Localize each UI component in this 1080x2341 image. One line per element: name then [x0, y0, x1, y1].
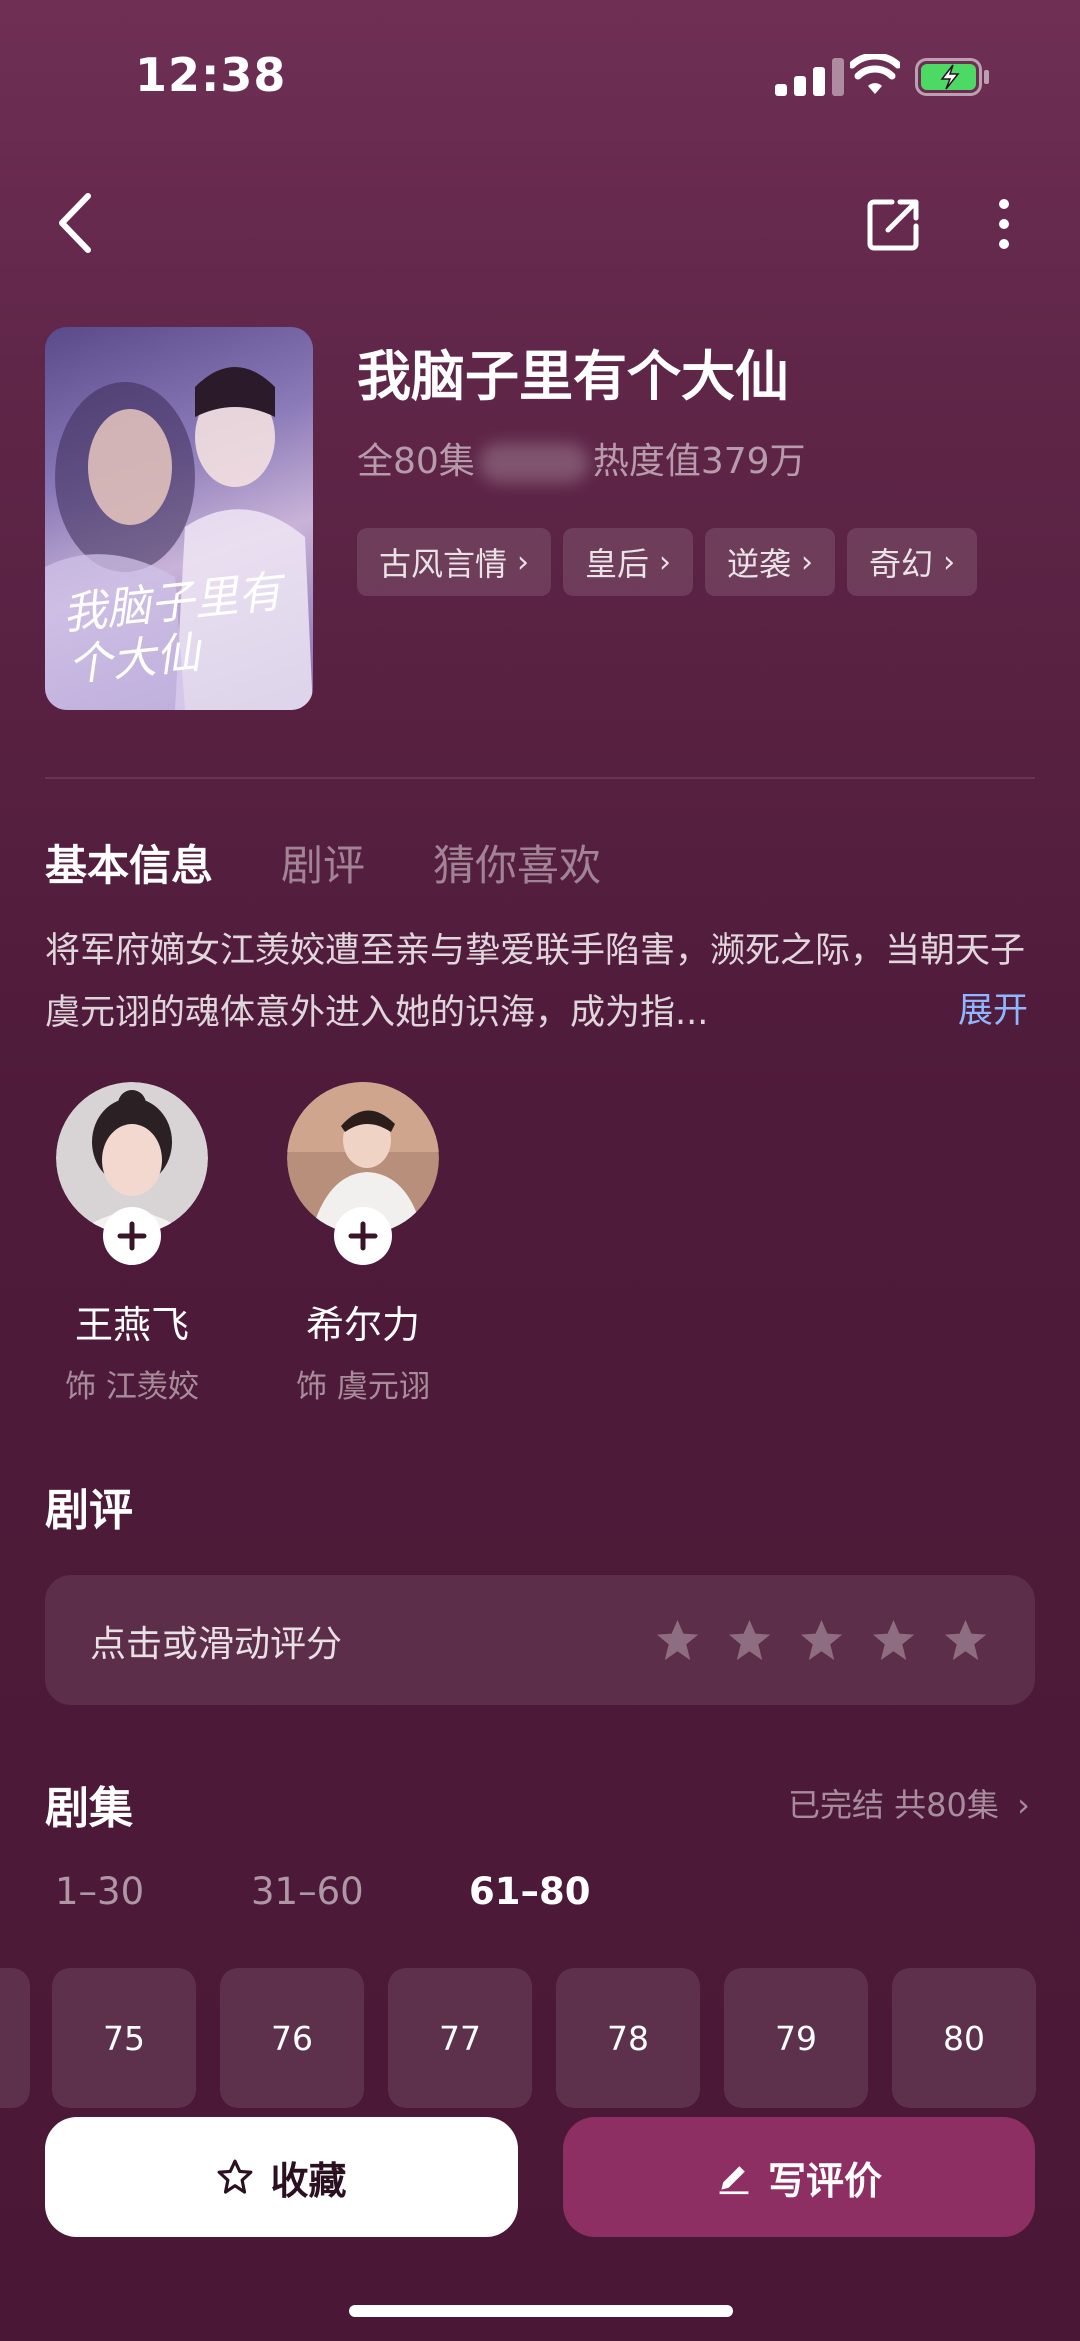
episode-range-tabs: 1–30 31–60 61–80 — [55, 1870, 590, 1913]
battery-charging-icon — [915, 58, 989, 96]
range-tab[interactable]: 31–60 — [251, 1870, 469, 1913]
write-review-label: 写评价 — [767, 2158, 882, 2203]
star-icon[interactable] — [798, 1617, 845, 1664]
cast-member[interactable]: 希尔力 饰 虞元诩 — [248, 1082, 478, 1406]
episodes-status-link[interactable]: 已完结 共80集 › — [788, 1780, 1030, 1826]
star-outline-icon — [218, 2159, 253, 2194]
chevron-right-icon: › — [943, 544, 956, 580]
follow-plus-icon[interactable] — [103, 1207, 161, 1265]
expand-link[interactable]: 展开 — [958, 982, 1028, 1033]
chevron-right-icon: › — [1017, 1786, 1030, 1824]
tag-chip[interactable]: 逆袭 › — [705, 528, 836, 596]
status-time: 12:38 — [135, 48, 287, 102]
episode-tile[interactable]: 80 — [892, 1968, 1036, 2108]
tag-list: 古风言情 › 皇后 › 逆袭 › 奇幻 › — [357, 528, 978, 596]
star-icon[interactable] — [726, 1617, 773, 1664]
chevron-right-icon: › — [659, 544, 672, 580]
home-indicator[interactable] — [349, 2305, 733, 2317]
more-options-icon[interactable] — [994, 196, 1014, 252]
favorite-label: 收藏 — [270, 2158, 347, 2203]
drama-poster[interactable]: 我脑子里有个大仙 — [45, 327, 313, 710]
episode-tile[interactable]: 78 — [556, 1968, 700, 2108]
episode-tile[interactable]: 77 — [388, 1968, 532, 2108]
star-icon[interactable] — [654, 1617, 701, 1664]
cast-role: 饰 虞元诩 — [296, 1369, 430, 1405]
episode-tile[interactable]: 75 — [52, 1968, 196, 2108]
episode-tile[interactable]: 76 — [220, 1968, 364, 2108]
range-tab-active[interactable]: 61–80 — [469, 1870, 590, 1913]
tag-chip[interactable]: 古风言情 › — [357, 528, 552, 596]
star-icon[interactable] — [870, 1617, 917, 1664]
cast-name: 王燕飞 — [74, 1303, 189, 1347]
tag-chip[interactable]: 皇后 › — [563, 528, 694, 596]
favorite-button[interactable]: 收藏 — [45, 2117, 518, 2237]
pen-icon — [719, 2166, 749, 2195]
drama-title: 我脑子里有个大仙 — [357, 345, 789, 408]
tag-label: 皇后 — [585, 545, 650, 583]
range-tab[interactable]: 1–30 — [55, 1870, 251, 1913]
wifi-icon — [850, 54, 900, 94]
avatar — [287, 1082, 439, 1265]
cast-member[interactable]: 王燕飞 饰 江羡姣 — [17, 1082, 247, 1406]
section-divider — [45, 777, 1035, 779]
tag-chip[interactable]: 奇幻 › — [847, 528, 978, 596]
episode-count: 全80集 — [357, 441, 475, 482]
back-button[interactable] — [52, 190, 102, 256]
episodes-status: 已完结 共80集 — [788, 1786, 999, 1824]
share-icon[interactable] — [866, 196, 922, 252]
episode-tile[interactable]: 79 — [724, 1968, 868, 2108]
episode-tile-partial[interactable] — [0, 1968, 30, 2108]
star-icon[interactable] — [942, 1617, 989, 1664]
follow-plus-icon[interactable] — [334, 1207, 392, 1265]
chevron-right-icon: › — [801, 544, 814, 580]
avatar — [56, 1082, 208, 1265]
tab-recommendations[interactable]: 猜你喜欢 — [433, 832, 601, 893]
heat-value: 热度值379万 — [592, 441, 806, 482]
tab-reviews[interactable]: 剧评 — [281, 832, 365, 893]
tag-label: 奇幻 — [869, 545, 934, 583]
review-heading: 剧评 — [45, 1485, 133, 1536]
cellular-signal-icon — [775, 58, 844, 96]
rating-stars[interactable] — [654, 1617, 989, 1664]
synopsis-text: 将军府嫡女江羡姣遭至亲与挚爱联手陷害，濒死之际，当朝天子虞元诩的魂体意外进入她的… — [45, 931, 1026, 1033]
blurred-redaction — [478, 443, 589, 483]
detail-tabs: 基本信息 剧评 猜你喜欢 — [45, 832, 601, 893]
cast-name: 希尔力 — [305, 1303, 420, 1347]
chevron-right-icon: › — [517, 544, 530, 580]
episodes-heading: 剧集 — [45, 1783, 133, 1834]
cast-role: 饰 江羡姣 — [65, 1369, 199, 1405]
tag-label: 古风言情 — [379, 545, 508, 583]
rating-prompt: 点击或滑动评分 — [90, 1624, 343, 1665]
tag-label: 逆袭 — [727, 545, 792, 583]
tab-basic-info[interactable]: 基本信息 — [45, 832, 213, 893]
write-review-button[interactable]: 写评价 — [563, 2117, 1035, 2237]
drama-meta: 全80集 热度值379万 — [357, 432, 806, 484]
